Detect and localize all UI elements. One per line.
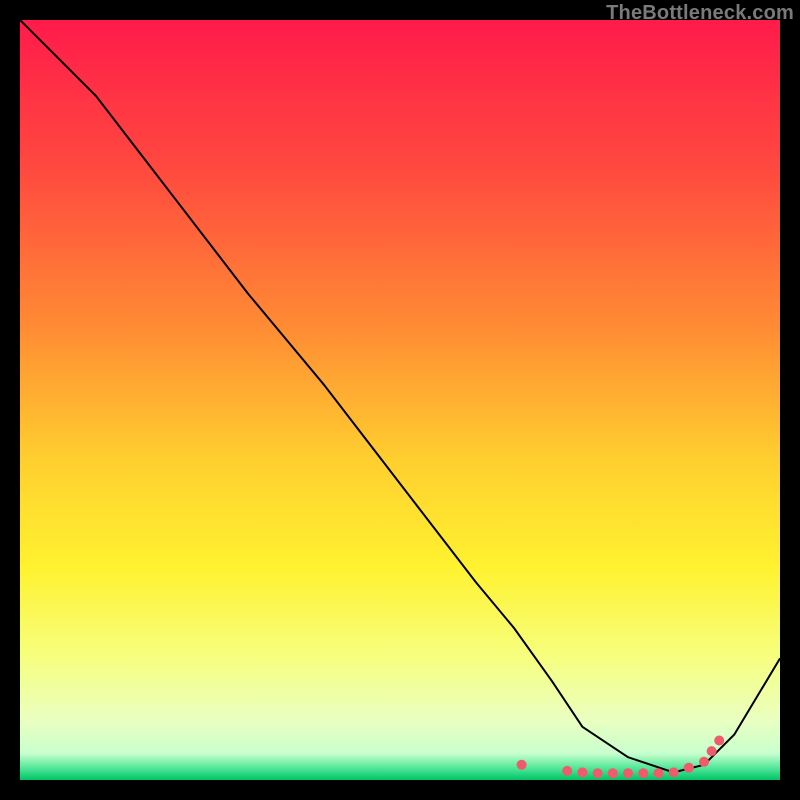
highlight-dot: [562, 766, 572, 776]
gradient-background: [20, 20, 780, 780]
plot-area: [20, 20, 780, 780]
highlight-dot: [593, 768, 603, 778]
chart-frame: TheBottleneck.com: [0, 0, 800, 800]
highlight-dot: [699, 757, 709, 767]
highlight-dot: [707, 746, 717, 756]
highlight-dot: [669, 767, 679, 777]
highlight-dot: [517, 760, 527, 770]
highlight-dot: [608, 768, 618, 778]
highlight-dot: [638, 768, 648, 778]
highlight-dot: [684, 763, 694, 773]
highlight-dot: [623, 768, 633, 778]
watermark-label: TheBottleneck.com: [606, 2, 794, 25]
chart-svg: [20, 20, 780, 780]
highlight-dot: [653, 768, 663, 778]
highlight-dot: [714, 736, 724, 746]
highlight-dot: [577, 767, 587, 777]
